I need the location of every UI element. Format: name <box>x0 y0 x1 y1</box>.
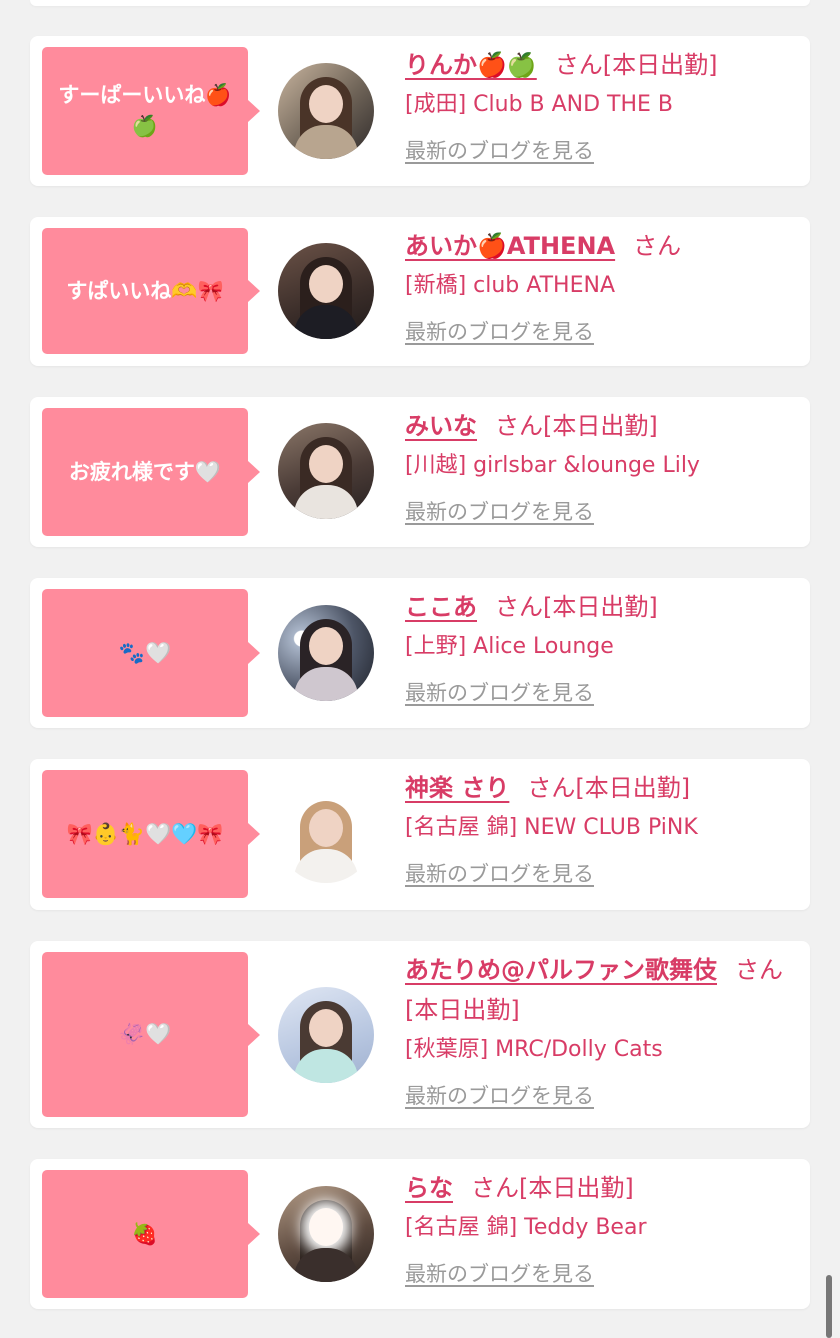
message-text: すーぱーいいね🍎🍏 <box>58 83 232 138</box>
name-line: りんか🍎🍏 さん[本日出勤] <box>405 48 798 82</box>
message-text: お疲れ様です🤍 <box>68 459 222 484</box>
info: みいな さん[本日出勤] [川越] girlsbar &lounge Lily 最… <box>405 409 798 527</box>
name-line: らな さん[本日出勤] <box>405 1171 798 1205</box>
card-5: 🦑🤍 あたりめ@パルファン歌舞伎 さん [本日出勤] [秋葉原] MRC/Doll… <box>30 941 810 1128</box>
honorific: さん <box>735 956 783 984</box>
shop-name: [新橋] club ATHENA <box>405 273 615 298</box>
name-link[interactable]: らな <box>405 1174 453 1202</box>
avatar[interactable] <box>278 1186 374 1282</box>
message-bubble: 🐾🤍 <box>42 589 260 717</box>
name-link[interactable]: あたりめ@パルファン歌舞伎 <box>405 956 717 984</box>
name-line: あいか🍎ATHENA さん <box>405 229 798 263</box>
shop-name: [秋葉原] MRC/Dolly Cats <box>405 1037 663 1062</box>
shop-name: [名古屋 錦] Teddy Bear <box>405 1215 647 1240</box>
avatar[interactable] <box>278 243 374 339</box>
message-bubble: すーぱーいいね🍎🍏 <box>42 47 260 175</box>
honorific: さん <box>527 774 576 802</box>
avatar[interactable] <box>278 63 374 159</box>
status-badge: [本日出勤] <box>575 774 691 802</box>
page: すーぱーいいね🍎🍏 りんか🍎🍏 さん[本日出勤] [成田] Club B AND … <box>0 0 840 1338</box>
shop-name: [成田] Club B AND THE B <box>405 92 674 117</box>
message-text: 🎀👶🐈🤍🩵🎀 <box>66 821 224 846</box>
blog-link[interactable]: 最新のブログを見る <box>405 1259 594 1289</box>
info: あたりめ@パルファン歌舞伎 さん [本日出勤] [秋葉原] MRC/Dolly C… <box>405 953 798 1111</box>
avatar[interactable] <box>278 605 374 701</box>
shop-name: [川越] girlsbar &lounge Lily <box>405 453 700 478</box>
card-2: お疲れ様です🤍 みいな さん[本日出勤] [川越] girlsbar &loung… <box>30 397 810 547</box>
name-line: 神楽 さり さん[本日出勤] <box>405 771 798 805</box>
name-link[interactable]: 神楽 さり <box>405 774 509 802</box>
avatar[interactable] <box>278 423 374 519</box>
honorific: さん <box>554 51 603 79</box>
name-link[interactable]: りんか🍎🍏 <box>405 51 537 79</box>
info: 神楽 さり さん[本日出勤] [名古屋 錦] NEW CLUB PiNK 最新のブ… <box>405 771 798 889</box>
status-badge: [本日出勤] <box>602 51 718 79</box>
message-text: 🍓 <box>131 1221 159 1246</box>
status-badge: [本日出勤] <box>405 996 520 1024</box>
info: あいか🍎ATHENA さん [新橋] club ATHENA 最新のブログを見る <box>405 229 798 347</box>
avatar[interactable] <box>278 987 374 1083</box>
blog-link[interactable]: 最新のブログを見る <box>405 859 594 889</box>
info: ここあ さん[本日出勤] [上野] Alice Lounge 最新のブログを見る <box>405 590 798 708</box>
name-line: ここあ さん[本日出勤] <box>405 590 798 624</box>
name-line: あたりめ@パルファン歌舞伎 さん <box>405 953 798 987</box>
name-link[interactable]: あいか🍎ATHENA <box>405 232 615 260</box>
message-bubble: 🎀👶🐈🤍🩵🎀 <box>42 770 260 898</box>
card-0: すーぱーいいね🍎🍏 りんか🍎🍏 さん[本日出勤] [成田] Club B AND … <box>30 36 810 186</box>
message-text: 🦑🤍 <box>118 1022 172 1046</box>
honorific: さん <box>633 232 682 260</box>
previous-card-edge <box>30 0 810 6</box>
message-bubble: 🍓 <box>42 1170 260 1298</box>
message-text: すぱいいね🫶🎀 <box>66 278 224 303</box>
shop-name: [上野] Alice Lounge <box>405 634 614 659</box>
info: りんか🍎🍏 さん[本日出勤] [成田] Club B AND THE B 最新のブ… <box>405 48 798 166</box>
blog-link[interactable]: 最新のブログを見る <box>405 497 594 527</box>
message-text: 🐾🤍 <box>118 640 172 665</box>
scrollbar[interactable] <box>826 1275 832 1338</box>
status-badge: [本日出勤] <box>543 412 658 440</box>
blog-link[interactable]: 最新のブログを見る <box>405 136 594 166</box>
status-badge: [本日出勤] <box>543 593 658 621</box>
name-link[interactable]: ここあ <box>405 593 477 621</box>
card-3: 🐾🤍 ここあ さん[本日出勤] [上野] Alice Lounge 最新のブログを… <box>30 578 810 728</box>
avatar[interactable] <box>278 787 374 883</box>
message-bubble: すぱいいね🫶🎀 <box>42 228 260 354</box>
status-line: [本日出勤] <box>405 993 798 1027</box>
status-badge: [本日出勤] <box>519 1174 634 1202</box>
card-4: 🎀👶🐈🤍🩵🎀 神楽 さり さん[本日出勤] [名古屋 錦] NEW CLUB Pi… <box>30 759 810 910</box>
name-link[interactable]: みいな <box>405 412 477 440</box>
name-line: みいな さん[本日出勤] <box>405 409 798 443</box>
honorific: さん <box>495 412 543 440</box>
blog-link[interactable]: 最新のブログを見る <box>405 1081 594 1111</box>
message-bubble: 🦑🤍 <box>42 952 260 1117</box>
info: らな さん[本日出勤] [名古屋 錦] Teddy Bear 最新のブログを見る <box>405 1171 798 1289</box>
blog-link[interactable]: 最新のブログを見る <box>405 317 594 347</box>
message-bubble: お疲れ様です🤍 <box>42 408 260 536</box>
honorific: さん <box>471 1174 519 1202</box>
card-1: すぱいいね🫶🎀 あいか🍎ATHENA さん [新橋] club ATHENA 最新… <box>30 217 810 366</box>
honorific: さん <box>495 593 543 621</box>
blog-link[interactable]: 最新のブログを見る <box>405 678 594 708</box>
card-6: 🍓 らな さん[本日出勤] [名古屋 錦] Teddy Bear 最新のブログを見… <box>30 1159 810 1309</box>
shop-name: [名古屋 錦] NEW CLUB PiNK <box>405 815 698 840</box>
